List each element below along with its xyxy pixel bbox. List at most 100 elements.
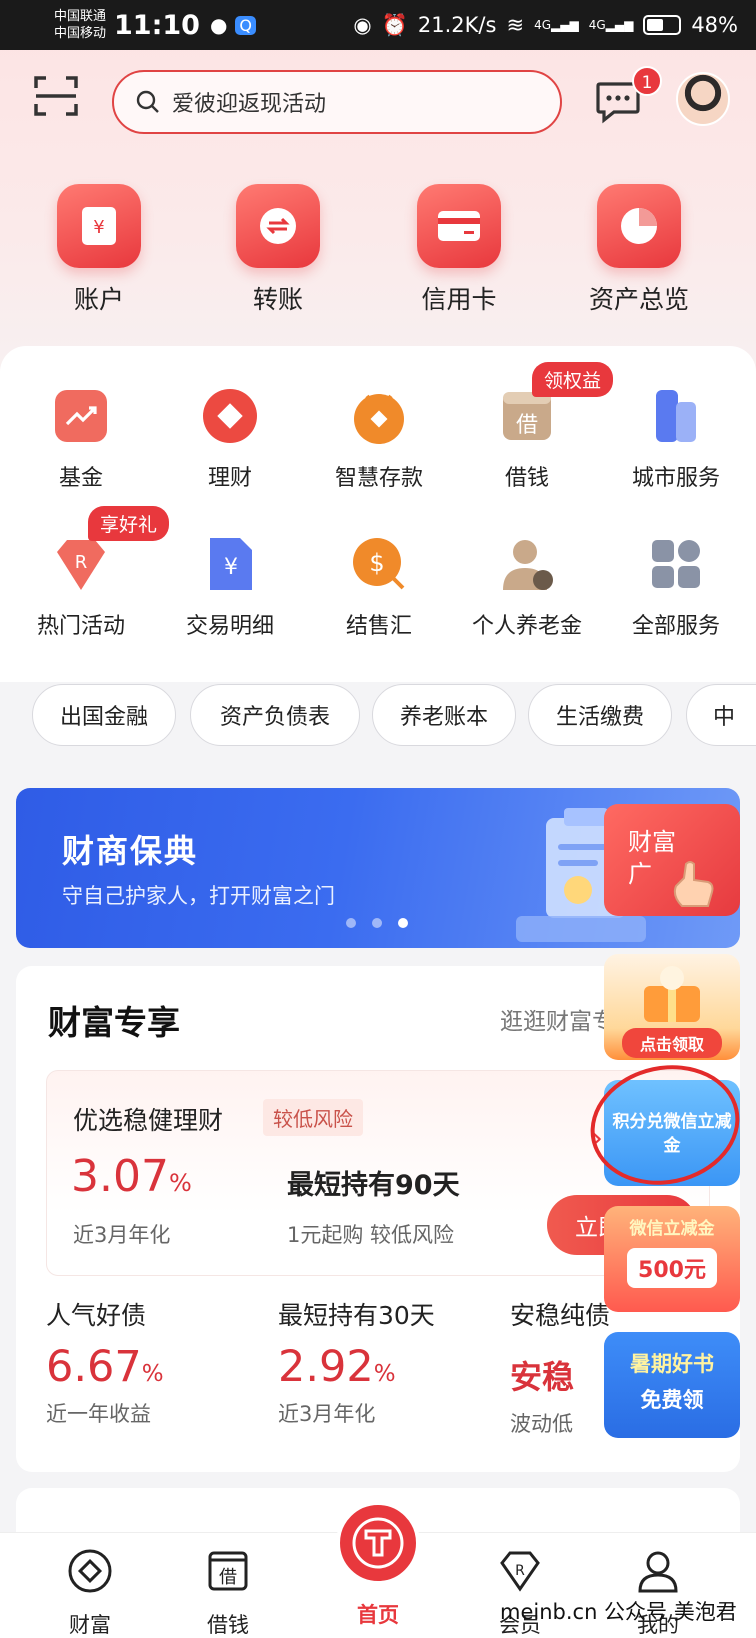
watermark: meinb.cn 公众号 美泡君 [500, 1600, 737, 1624]
product-30-day[interactable]: 最短持有30天 2.92% 近3月年化 [278, 1296, 508, 1428]
deposit-icon [349, 386, 409, 446]
quick-action-transfer[interactable]: 转账 [213, 184, 343, 316]
banner-pager [346, 918, 408, 928]
pager-dot[interactable] [346, 918, 356, 928]
service-label: 热门活动 [36, 614, 125, 639]
claim-button[interactable]: 点击领取 [622, 1028, 722, 1058]
service-pension[interactable]: 个人养老金 [452, 534, 602, 640]
wallet-icon: ¥ [57, 184, 141, 268]
alarm-icon: ⏰ [381, 12, 408, 37]
banner-subtitle: 守自己护家人，打开财富之门 [62, 884, 335, 908]
service-wealth[interactable]: 理财 [155, 386, 305, 492]
borrow-tab-icon: 借 [208, 1551, 248, 1591]
product-rate-label: 近3月年化 [278, 1402, 376, 1426]
pie-chart-icon [597, 184, 681, 268]
profile-tab-icon [638, 1551, 678, 1593]
quick-action-account[interactable]: ¥ 账户 [34, 184, 164, 316]
service-label: 基金 [58, 466, 103, 491]
quick-action-label: 信用卡 [421, 285, 497, 314]
chip-balance-sheet[interactable]: 资产负债表 [190, 684, 360, 746]
product-stable-bond[interactable]: 安稳纯债 安稳 波动低 [510, 1296, 610, 1438]
float-gift-promo[interactable]: 点击领取 [604, 954, 740, 1060]
chip-more[interactable]: 中 [686, 684, 756, 746]
chip-overseas-finance[interactable]: 出国金融 [32, 684, 176, 746]
product-rate: 安稳 [510, 1358, 575, 1396]
risk-badge: 较低风险 [263, 1099, 363, 1136]
service-activity[interactable]: R 热门活动 [6, 534, 156, 640]
transfer-icon [236, 184, 320, 268]
svg-text:借: 借 [516, 413, 538, 438]
float-wechat-coupon[interactable]: 微信立减金 500元 [604, 1206, 740, 1312]
service-city[interactable]: 城市服务 [601, 386, 751, 492]
header: 爱彼迎返现活动 1 [0, 66, 756, 136]
svg-text:¥: ¥ [93, 217, 104, 238]
battery-percent: 48% [691, 13, 738, 37]
city-icon [646, 386, 706, 446]
wealth-title: 财富专享 [48, 1003, 180, 1042]
scan-icon[interactable] [32, 72, 80, 120]
activity-tag: 享好礼 [88, 506, 170, 541]
tab-borrow[interactable]: 借 借钱 [168, 1547, 288, 1638]
quick-action-asset-overview[interactable]: 资产总览 [574, 184, 704, 316]
service-label: 城市服务 [631, 466, 720, 491]
chip-utility-payment[interactable]: 生活缴费 [528, 684, 672, 746]
product-rate: 6.67% [46, 1342, 164, 1392]
float-book-promo[interactable]: 暑期好书 免费领 [604, 1332, 740, 1438]
activity-icon: R [51, 534, 111, 594]
product-rate: 2.92% [278, 1342, 396, 1392]
featured-term: 最短持有90天 [287, 1170, 460, 1201]
product-popular-bond[interactable]: 人气好债 6.67% 近一年收益 [46, 1296, 276, 1428]
service-exchange[interactable]: $ 结售汇 [304, 534, 454, 640]
svg-text:$: $ [369, 549, 384, 577]
service-fund[interactable]: 基金 [6, 386, 156, 492]
tab-label: 财富 [69, 1613, 111, 1637]
network-1: 4G▂▄▆ [534, 18, 579, 32]
svg-text:R: R [515, 1563, 525, 1579]
quick-action-label: 转账 [252, 285, 303, 314]
service-label: 理财 [207, 466, 252, 491]
avatar[interactable] [676, 72, 730, 126]
service-label: 结售汇 [345, 614, 412, 639]
wealth-more-link[interactable]: 逛逛财富专 [500, 1002, 615, 1036]
float-text: 微信立减金 [629, 1219, 715, 1239]
gift-box-icon [644, 966, 700, 1022]
search-input[interactable]: 爱彼迎返现活动 [112, 70, 562, 134]
float-text: 暑期好书 [630, 1352, 714, 1376]
chip-pension-ledger[interactable]: 养老账本 [372, 684, 516, 746]
carriers: 中国联通 中国移动 [54, 8, 106, 42]
eye-icon: ◉ [353, 13, 372, 37]
service-borrow[interactable]: 借 借钱 [452, 386, 602, 492]
home-logo-icon[interactable] [336, 1501, 420, 1585]
pager-dot[interactable] [372, 918, 382, 928]
featured-term-sub: 1元起购 较低风险 [287, 1223, 455, 1247]
float-text: 财富 [628, 828, 676, 856]
chat-notification-icon: ● [209, 13, 228, 37]
all-services-icon [646, 534, 706, 594]
exchange-icon: $ [349, 534, 409, 594]
float-wealth-promo[interactable]: 财富 广 [604, 804, 740, 916]
wealth-icon [200, 386, 260, 446]
float-text: 免费领 [640, 1388, 704, 1412]
carrier-1: 中国联通 [54, 9, 107, 24]
pager-dot-active[interactable] [398, 918, 408, 928]
product-rate-label: 波动低 [510, 1412, 573, 1436]
product-name: 最短持有30天 [278, 1301, 435, 1330]
carrier-2: 中国移动 [54, 26, 107, 41]
borrow-tag: 领权益 [532, 362, 614, 397]
message-badge: 1 [632, 66, 662, 96]
service-smart-deposit[interactable]: 智慧存款 [304, 386, 454, 492]
featured-rate: 3.07% [71, 1151, 192, 1202]
network-2: 4G▂▄▆ [588, 18, 634, 32]
pension-icon [497, 534, 557, 594]
quick-action-label: 账户 [73, 285, 124, 314]
service-all[interactable]: 全部服务 [601, 534, 751, 640]
wealth-tab-icon [68, 1549, 112, 1593]
transaction-detail-icon: ¥ [200, 534, 260, 594]
quick-action-credit-card[interactable]: 信用卡 [394, 184, 524, 316]
tab-home-label[interactable]: 首页 [318, 1599, 438, 1629]
service-transaction-detail[interactable]: ¥ 交易明细 [155, 534, 305, 640]
status-icons: ◉ ⏰ 21.2K/s ≋ 4G▂▄▆ 4G▂▄▆ 48% [353, 13, 738, 38]
tab-wealth[interactable]: 财富 [30, 1547, 150, 1638]
service-label: 交易明细 [185, 614, 274, 639]
service-label: 智慧存款 [334, 466, 423, 491]
